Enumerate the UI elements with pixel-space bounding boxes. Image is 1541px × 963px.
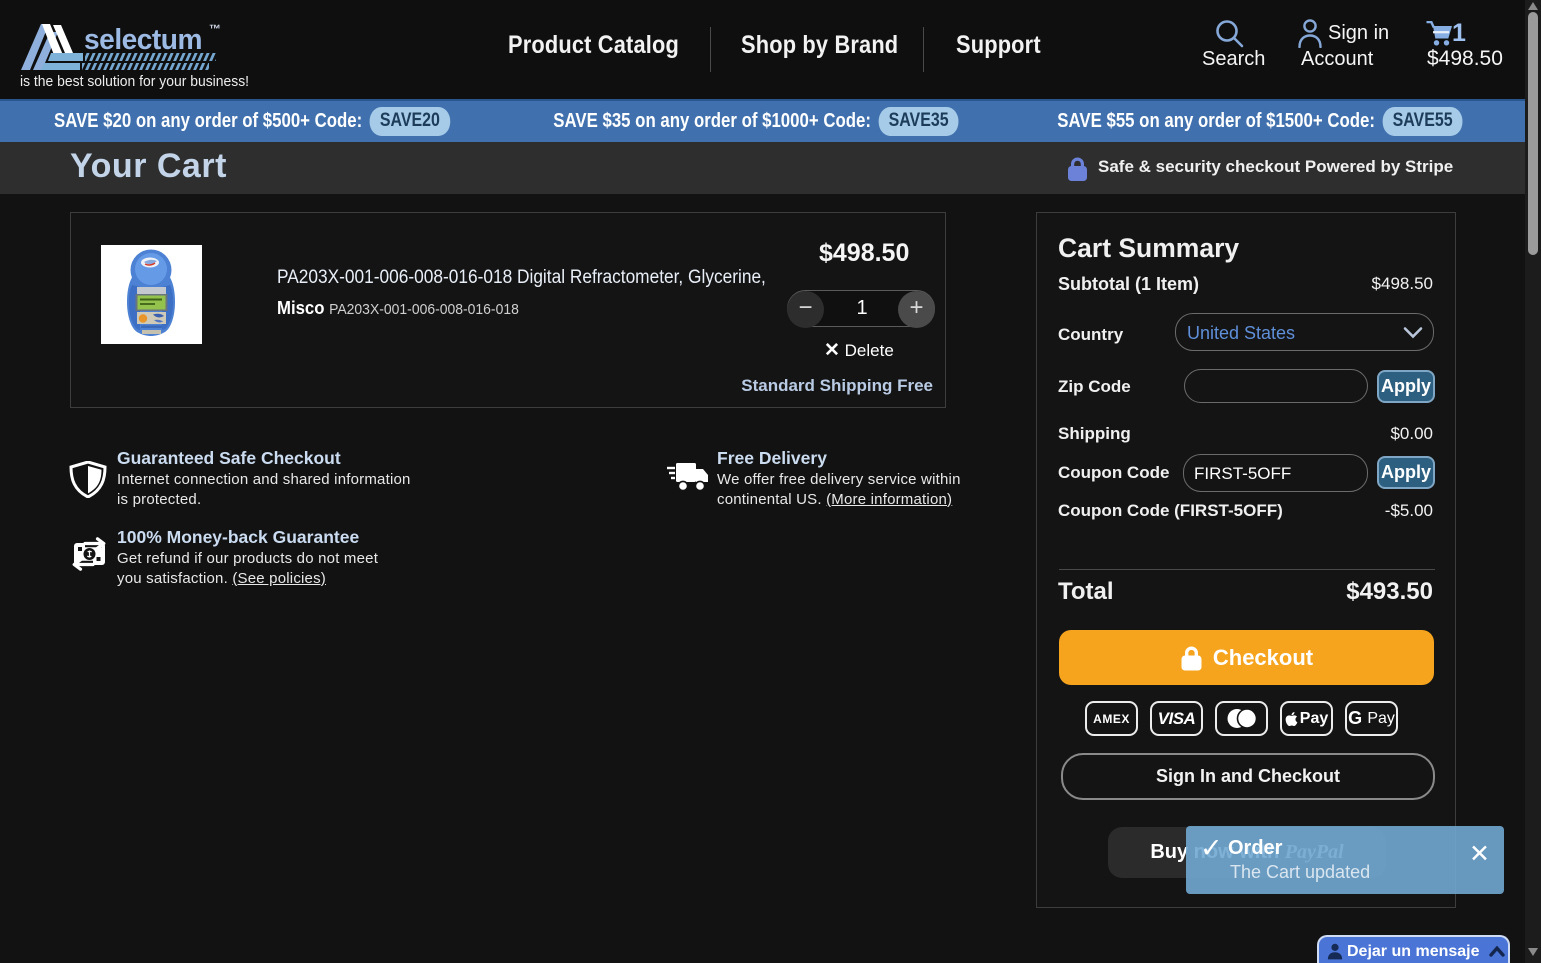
svg-text:selectum: selectum (84, 24, 202, 56)
svg-text:™: ™ (209, 22, 221, 36)
